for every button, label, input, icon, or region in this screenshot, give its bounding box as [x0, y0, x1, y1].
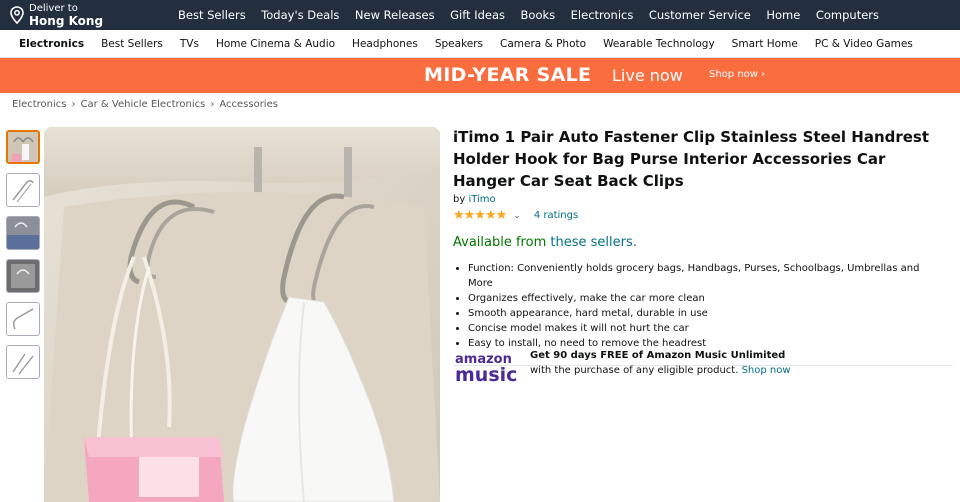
rating-row: ★★★★★ ⌄ 4 ratings	[453, 208, 943, 223]
banner-title: MID-YEAR SALE	[424, 64, 592, 86]
thumbnail-4[interactable]	[6, 259, 40, 293]
breadcrumb: Electronics › Car & Vehicle Electronics …	[12, 99, 278, 110]
top-navigation-bar: Deliver to Hong Kong Best Sellers Today'…	[0, 0, 960, 30]
availability-label: Available from	[453, 235, 547, 250]
thumbnail-5[interactable]	[6, 302, 40, 336]
breadcrumb-car-vehicle-electronics[interactable]: Car & Vehicle Electronics	[81, 99, 206, 110]
sellers-link[interactable]: these sellers.	[550, 235, 636, 250]
location-pin-icon	[10, 6, 24, 24]
feature-bullet: Smooth appearance, hard metal, durable i…	[468, 306, 943, 321]
main-product-image[interactable]	[44, 127, 440, 502]
thumbnail-3[interactable]	[6, 216, 40, 250]
breadcrumb-accessories[interactable]: Accessories	[219, 99, 278, 110]
subnav-item-tvs[interactable]: TVs	[180, 38, 199, 50]
subnav-item-home-cinema[interactable]: Home Cinema & Audio	[216, 38, 335, 50]
subnav-item-headphones[interactable]: Headphones	[352, 38, 418, 50]
subnav-item-pc-video-games[interactable]: PC & Video Games	[815, 38, 913, 50]
subnav-item-wearable-tech[interactable]: Wearable Technology	[603, 38, 715, 50]
thumbnail-image	[7, 174, 39, 206]
product-info: iTimo 1 Pair Auto Fastener Clip Stainles…	[453, 126, 953, 366]
subnav-item-speakers[interactable]: Speakers	[435, 38, 483, 50]
availability: Available from these sellers.	[453, 235, 943, 250]
thumbnail-image	[7, 260, 39, 292]
brand-link[interactable]: iTimo	[468, 194, 495, 205]
promo-headline: Get 90 days FREE of Amazon Music Unlimit…	[530, 350, 786, 361]
nav-link-gift-ideas[interactable]: Gift Ideas	[450, 8, 505, 22]
subnav-item-camera-photo[interactable]: Camera & Photo	[500, 38, 586, 50]
thumbnail-image	[7, 303, 39, 335]
product-photo	[44, 127, 440, 502]
feature-bullet: Function: Conveniently holds grocery bag…	[468, 261, 943, 291]
subnav-item-smart-home[interactable]: Smart Home	[732, 38, 798, 50]
sale-banner[interactable]: MID-YEAR SALE Live now Shop now ›	[0, 58, 960, 93]
promo-body: with the purchase of any eligible produc…	[530, 365, 739, 376]
nav-link-computers[interactable]: Computers	[816, 8, 879, 22]
banner-live-text: Live now	[612, 66, 683, 85]
music-logo-bottom: music	[455, 364, 518, 386]
deliver-location-name: Hong Kong	[29, 14, 104, 28]
nav-link-electronics[interactable]: Electronics	[571, 8, 634, 22]
breadcrumb-separator: ›	[71, 99, 76, 110]
thumbnail-6[interactable]	[6, 345, 40, 379]
feature-bullet: Concise model makes it will not hurt the…	[468, 321, 943, 336]
nav-link-best-sellers[interactable]: Best Sellers	[178, 8, 246, 22]
nav-link-todays-deals[interactable]: Today's Deals	[261, 8, 339, 22]
nav-link-books[interactable]: Books	[521, 8, 556, 22]
byline-label: by	[453, 194, 466, 205]
star-rating-icon[interactable]: ★★★★★	[453, 208, 507, 223]
thumbnail-strip	[6, 130, 42, 388]
nav-links: Best Sellers Today's Deals New Releases …	[178, 0, 895, 30]
promo-shop-now-link[interactable]: Shop now	[742, 365, 791, 376]
feature-bullets: Function: Conveniently holds grocery bag…	[453, 261, 943, 351]
nav-link-customer-service[interactable]: Customer Service	[649, 8, 751, 22]
subnav-item-best-sellers[interactable]: Best Sellers	[101, 38, 163, 50]
breadcrumb-separator: ›	[210, 99, 215, 110]
amazon-music-logo: amazon music	[455, 352, 521, 386]
chevron-down-icon[interactable]: ⌄	[513, 211, 521, 221]
feature-bullet: Organizes effectively, make the car more…	[468, 291, 943, 306]
category-subnav: Electronics Best Sellers TVs Home Cinema…	[0, 30, 960, 58]
brand-byline: by iTimo	[453, 194, 943, 205]
promo-text: Get 90 days FREE of Amazon Music Unlimit…	[530, 348, 791, 378]
subnav-item-electronics[interactable]: Electronics	[19, 38, 84, 50]
product-title: iTimo 1 Pair Auto Fastener Clip Stainles…	[453, 128, 930, 190]
banner-shop-now-link[interactable]: Shop now ›	[709, 69, 765, 80]
thumbnail-image	[8, 132, 38, 162]
ratings-count-link[interactable]: 4 ratings	[534, 210, 578, 221]
amazon-music-promo: amazon music Get 90 days FREE of Amazon …	[455, 344, 935, 404]
deliver-to-location[interactable]: Deliver to Hong Kong	[10, 1, 103, 29]
nav-link-home[interactable]: Home	[766, 8, 800, 22]
breadcrumb-electronics[interactable]: Electronics	[12, 99, 67, 110]
thumbnail-image	[7, 217, 39, 249]
thumbnail-2[interactable]	[6, 173, 40, 207]
thumbnail-1[interactable]	[6, 130, 40, 164]
thumbnail-image	[7, 346, 39, 378]
nav-link-new-releases[interactable]: New Releases	[355, 8, 435, 22]
